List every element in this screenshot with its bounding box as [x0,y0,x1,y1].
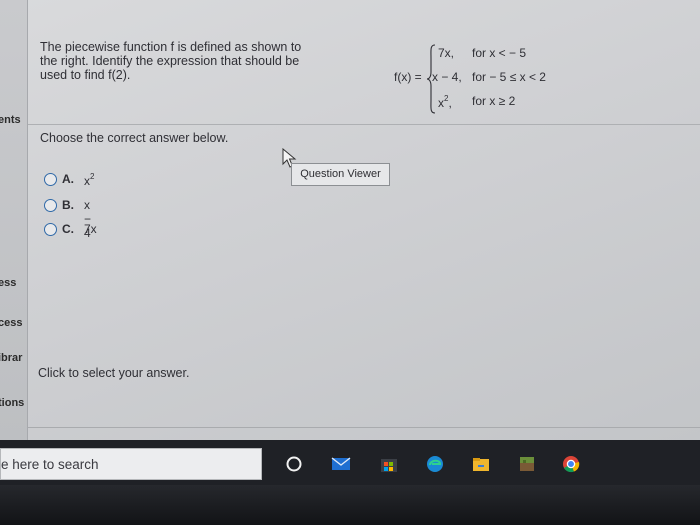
radio-button[interactable] [44,173,57,186]
taskbar-search-box[interactable]: e here to search [0,448,262,480]
case-2-expression: x − 4, [432,70,462,84]
monitor-bezel [0,485,700,525]
store-icon[interactable] [378,454,400,474]
case-1-expression: 7x, [438,46,455,60]
question-panel: The piecewise function f is defined as s… [28,0,700,428]
question-line: used to find f(2). [40,68,131,82]
case-2-condition: for − 5 ≤ x < 2 [472,70,546,84]
question-viewer-button[interactable]: Question Viewer [291,163,390,186]
chrome-icon[interactable] [560,454,582,474]
nav-item-access[interactable]: cess [0,317,22,329]
formula-lhs: f(x) = [394,70,422,84]
radio-button[interactable] [44,223,57,236]
case-1-condition: for x < − 5 [472,46,527,60]
question-line: The piecewise function f is defined as s… [40,40,302,54]
nav-item-options[interactable]: tions [0,397,24,409]
case-3-expression: x2, [438,94,452,110]
option-value: x2 [84,172,94,188]
instruction-text: Choose the correct answer below. [40,131,229,145]
nav-item-progress[interactable]: ess [0,277,16,289]
nav-item-assignments[interactable]: ents [0,114,21,126]
case-3-condition: for x ≥ 2 [472,94,516,108]
option-letter: C. [62,222,74,236]
option-letter: A. [62,172,74,186]
cortana-icon[interactable] [283,454,305,474]
case-3-tail: , [448,96,452,110]
minecraft-icon[interactable] [516,454,538,474]
search-placeholder: e here to search [1,457,99,472]
mail-icon[interactable] [330,454,352,474]
edge-icon[interactable] [424,454,446,474]
question-text: The piecewise function f is defined as s… [40,40,330,82]
piecewise-formula: f(x) = 7x, for x < − 5 x − 4, for − 5 ≤ … [394,44,594,116]
left-nav: ents ess cess ibrar tions [0,0,28,440]
nav-item-library[interactable]: ibrar [0,352,22,364]
file-explorer-icon[interactable] [470,454,492,474]
radio-button[interactable] [44,199,57,212]
option-letter: B. [62,198,74,212]
option-a-exponent: 2 [90,172,95,181]
question-line: the right. Identify the expression that … [40,54,300,68]
bottom-hint: Click to select your answer. [38,366,190,380]
taskbar: e here to search [0,440,700,485]
screen: ents ess cess ibrar tions The piecewise … [0,0,700,440]
divider [28,124,700,125]
option-value: 7x [84,222,97,236]
